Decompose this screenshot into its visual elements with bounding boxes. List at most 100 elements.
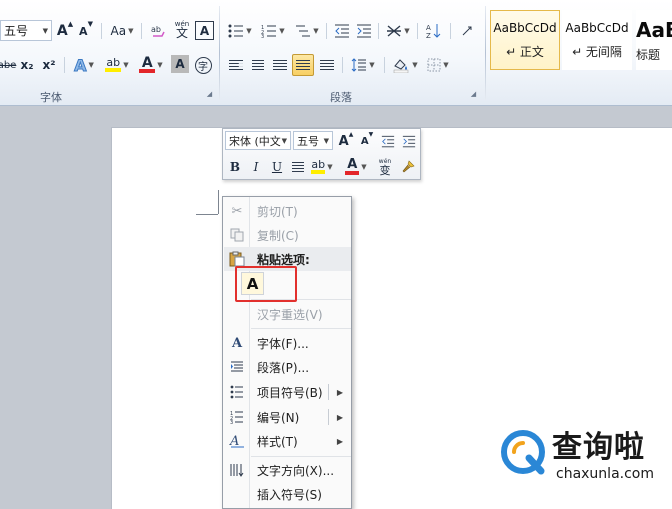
- submenu-arrow-icon: ▶: [336, 387, 343, 397]
- align-right-button[interactable]: [270, 54, 290, 76]
- shading-button[interactable]: ▼: [390, 54, 420, 76]
- menu-item-styles[interactable]: A 样式(T) ▶: [224, 429, 351, 453]
- scissors-icon: ✂: [231, 203, 243, 219]
- borders-button[interactable]: ▼: [424, 54, 452, 76]
- style-name: 标题: [636, 47, 661, 62]
- numbering-icon: 123: [227, 407, 247, 427]
- justify-button[interactable]: [292, 54, 314, 76]
- divider: [64, 57, 65, 73]
- font-size-combo[interactable]: 五号 ▼: [0, 20, 52, 41]
- menu-item-reconvert[interactable]: 汉字重选(V): [224, 302, 351, 326]
- menu-separator: [251, 328, 351, 329]
- mini-increase-indent-button[interactable]: [399, 131, 419, 151]
- mini-phonetic-button[interactable]: wén 变: [375, 156, 395, 176]
- margin-corner-mark: [218, 190, 219, 214]
- style-no-spacing[interactable]: AaBbCcDd ↵ 无间隔: [562, 10, 632, 70]
- mini-highlight-button[interactable]: ab ▼: [309, 157, 335, 177]
- menu-item-numbering[interactable]: 123 编号(N) ▶: [224, 405, 351, 429]
- mini-font-name: 宋体 (中文: [229, 134, 281, 148]
- align-center-button[interactable]: [248, 54, 268, 76]
- mini-font-color-button[interactable]: A ▼: [343, 157, 369, 177]
- menu-item-insert-symbol[interactable]: 插入符号(S): [224, 482, 351, 506]
- align-left-button[interactable]: [226, 54, 246, 76]
- distributed-button[interactable]: [317, 54, 337, 76]
- format-painter-icon[interactable]: [398, 157, 418, 177]
- style-sample: AaB: [636, 17, 672, 42]
- chevron-down-icon: ▼: [42, 26, 48, 35]
- menu-item-font[interactable]: A 字体(F)...: [224, 331, 351, 355]
- menu-item-copy[interactable]: 复制(C): [224, 223, 351, 247]
- increase-indent-button[interactable]: [354, 20, 374, 42]
- group-divider: [219, 6, 220, 100]
- style-name: ↵ 无间隔: [572, 44, 622, 59]
- line-spacing-button[interactable]: ▼: [348, 54, 378, 76]
- svg-text:3: 3: [230, 420, 233, 424]
- style-sample: AaBbCcDd: [493, 20, 557, 35]
- divider: [384, 57, 385, 73]
- superscript-button[interactable]: x²: [40, 54, 58, 76]
- font-icon: A: [231, 335, 243, 351]
- shrink-font-button[interactable]: A ▼: [77, 20, 95, 42]
- split-divider: [328, 384, 329, 400]
- mini-toolbar: 宋体 (中文 ▼ 五号 ▼ A ▲ A ▼ B I U ab ▼ A ▼ wén 变: [222, 128, 421, 180]
- split-divider: [328, 409, 329, 425]
- bullets-button[interactable]: ▼: [226, 20, 254, 42]
- show-marks-button[interactable]: [457, 20, 477, 42]
- copy-icon: [227, 225, 247, 245]
- font-color-button[interactable]: A ▼: [137, 54, 165, 76]
- svg-text:ab: ab: [151, 25, 161, 34]
- submenu-arrow-icon: ▶: [336, 412, 343, 422]
- phonetic-guide-button[interactable]: wén 文: [172, 18, 192, 40]
- menu-item-text-direction[interactable]: 文字方向(X)...: [224, 458, 351, 482]
- subscript-button[interactable]: x₂: [18, 54, 36, 76]
- font-group-label: 字体: [40, 91, 62, 104]
- text-direction-icon: [227, 460, 247, 480]
- decrease-indent-button[interactable]: [332, 20, 352, 42]
- menu-item-cut[interactable]: ✂ 剪切(T): [224, 199, 351, 223]
- mini-italic-button[interactable]: I: [246, 157, 266, 177]
- style-heading[interactable]: AaB 标题: [636, 10, 672, 70]
- mini-grow-font-button[interactable]: A ▲: [336, 131, 356, 151]
- group-divider: [485, 6, 486, 100]
- mini-center-button[interactable]: [288, 157, 308, 177]
- divider: [450, 23, 451, 39]
- mini-shrink-font-button[interactable]: A ▼: [357, 131, 377, 151]
- grow-font-button[interactable]: A ▲: [56, 20, 74, 42]
- paragraph-dialog-launcher-icon[interactable]: ◢: [469, 90, 478, 99]
- character-border-button[interactable]: A: [195, 21, 214, 40]
- paragraph-icon: [227, 357, 247, 377]
- menu-item-bullets[interactable]: 项目符号(B) ▶: [224, 380, 351, 404]
- multilevel-list-button[interactable]: ▼: [293, 20, 321, 42]
- submenu-arrow-icon: ▶: [336, 436, 343, 446]
- chaxunla-logo-icon: [499, 428, 547, 476]
- margin-corner-mark: [196, 214, 218, 215]
- clear-format-icon[interactable]: ab: [148, 20, 168, 42]
- chevron-down-icon: ▼: [281, 136, 287, 145]
- font-dialog-launcher-icon[interactable]: ◢: [205, 90, 214, 99]
- mini-font-name-combo[interactable]: 宋体 (中文 ▼: [225, 131, 291, 150]
- strikethrough-button[interactable]: abe: [0, 54, 16, 76]
- divider: [141, 23, 142, 39]
- svg-text:3: 3: [261, 34, 264, 38]
- menu-separator: [251, 456, 351, 457]
- menu-item-paragraph[interactable]: 段落(P)...: [224, 355, 351, 379]
- styles-icon: A: [227, 431, 247, 451]
- character-shading-button[interactable]: A: [171, 55, 189, 73]
- divider: [101, 23, 102, 39]
- mini-font-size: 五号: [297, 134, 319, 148]
- highlight-button[interactable]: ab ▼: [102, 54, 132, 76]
- mini-font-size-combo[interactable]: 五号 ▼: [293, 131, 333, 150]
- font-size-value: 五号: [4, 24, 29, 38]
- style-normal[interactable]: AaBbCcDd ↵ 正文: [490, 10, 560, 70]
- text-effects-button[interactable]: A ▼: [70, 54, 98, 76]
- asian-layout-button[interactable]: ▼: [384, 20, 412, 42]
- change-case-button[interactable]: Aa ▼: [108, 20, 136, 42]
- mini-decrease-indent-button[interactable]: [378, 131, 398, 151]
- mini-bold-button[interactable]: B: [225, 157, 245, 177]
- numbering-button[interactable]: 1 2 3 ▼: [258, 20, 288, 42]
- chevron-down-icon: ▼: [323, 136, 329, 145]
- enclose-characters-button[interactable]: 字: [193, 54, 213, 76]
- sort-button[interactable]: AZ: [424, 20, 444, 42]
- mini-underline-button[interactable]: U: [267, 157, 287, 177]
- style-name: ↵ 正文: [506, 44, 544, 59]
